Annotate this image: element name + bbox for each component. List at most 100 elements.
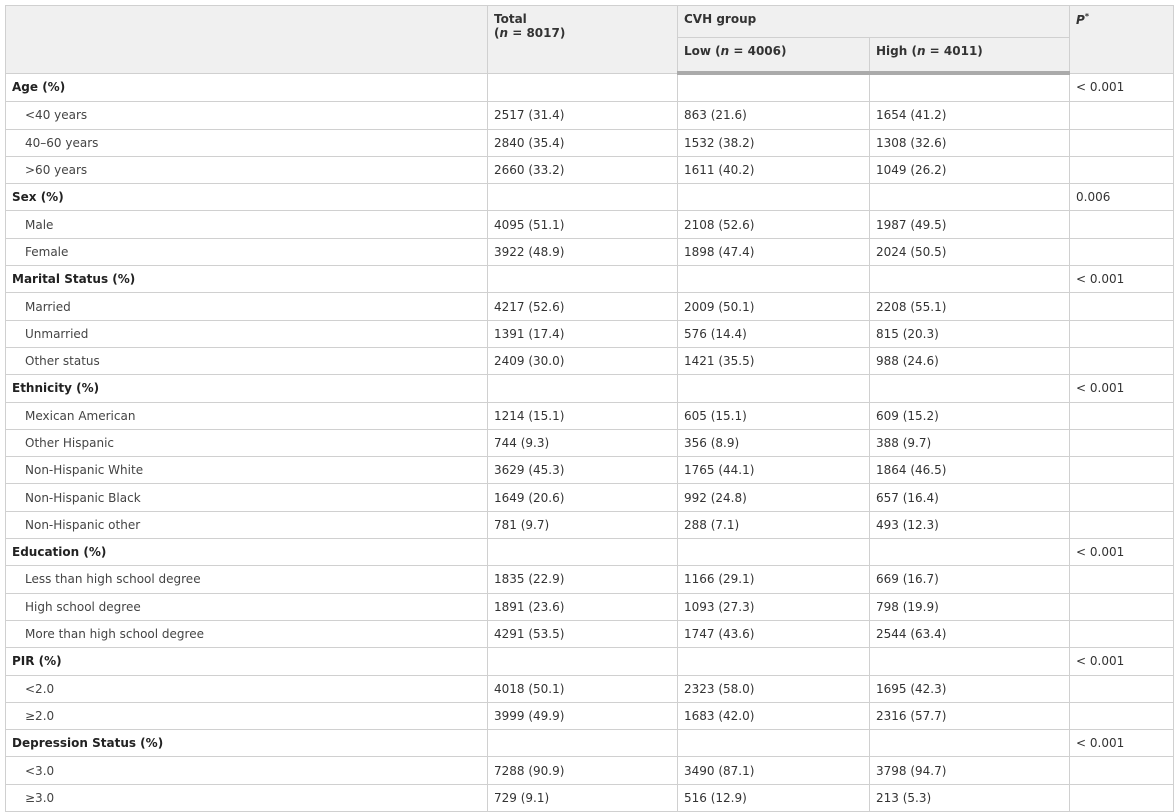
cell-label: Non-Hispanic other (5, 510, 488, 540)
table-header: Total (n = 8017) CVH group P* Low (n = 4… (5, 5, 1175, 75)
cell-high: 1864 (46.5) (868, 456, 1071, 485)
cell-label: Less than high school degree (5, 565, 488, 594)
cell-label: Marital Status (%) (5, 265, 488, 294)
cell-total: 3999 (49.9) (487, 701, 678, 731)
cell-total: 781 (9.7) (487, 510, 678, 540)
cell-low: 1747 (43.6) (677, 619, 870, 649)
cell-low (677, 538, 870, 567)
cell-high (868, 183, 1071, 212)
cell-low: 1166 (29.1) (677, 565, 870, 594)
table-row: <40 years 2517 (31.4) 863 (21.6) 1654 (41.2… (5, 101, 1175, 130)
cell-low: 2108 (52.6) (677, 210, 870, 239)
cell-low: 1421 (35.5) (677, 346, 870, 376)
cell-total: 4095 (51.1) (487, 210, 678, 239)
cell-total (487, 265, 678, 294)
table-group-row: Education (%) < 0.001 (5, 538, 1175, 567)
table-group-row: Age (%) < 0.001 (5, 72, 1175, 103)
table-row: Male 4095 (51.1) 2108 (52.6) 1987 (49.5) (5, 210, 1175, 239)
cell-p (1069, 319, 1175, 348)
cell-low (677, 647, 870, 676)
cell-high (868, 647, 1071, 676)
table-row: More than high school degree 4291 (53.5) 1… (5, 619, 1175, 649)
cell-p (1069, 565, 1175, 594)
table-row: Non-Hispanic Black 1649 (20.6) 992 (24.8) 6… (5, 483, 1175, 512)
cell-low: 1093 (27.3) (677, 592, 870, 621)
cell-high (868, 374, 1071, 403)
header-label-cell (5, 5, 488, 74)
cell-label: <2.0 (5, 674, 488, 703)
cell-total (487, 647, 678, 676)
cell-p (1069, 155, 1175, 185)
cell-label: Other status (5, 346, 488, 376)
table-row: Non-Hispanic other 781 (9.7) 288 (7.1) 493 … (5, 510, 1175, 540)
cell-p (1069, 128, 1175, 157)
cell-label: Depression Status (%) (5, 729, 488, 758)
cell-high: 1654 (41.2) (868, 101, 1071, 130)
cell-total: 744 (9.3) (487, 428, 678, 458)
table-row: <2.0 4018 (50.1) 2323 (58.0) 1695 (42.3) (5, 674, 1175, 703)
table-row: Less than high school degree 1835 (22.9) 1… (5, 565, 1175, 594)
cell-high: 609 (15.2) (868, 401, 1071, 430)
table-body: Age (%) < 0.001 <40 years 2517 (31.4) 863 (2… (5, 72, 1175, 812)
cell-p (1069, 701, 1175, 731)
cell-high: 1308 (32.6) (868, 128, 1071, 157)
cell-p: < 0.001 (1069, 374, 1175, 403)
cell-high (868, 538, 1071, 567)
cell-low (677, 265, 870, 294)
cell-label: Education (%) (5, 538, 488, 567)
table-row: Mexican American 1214 (15.1) 605 (15.1) 609… (5, 401, 1175, 430)
cell-total: 729 (9.1) (487, 783, 678, 812)
cell-label: Mexican American (5, 401, 488, 430)
cell-total: 1835 (22.9) (487, 565, 678, 594)
cell-p: < 0.001 (1069, 729, 1175, 758)
cell-total: 2660 (33.2) (487, 155, 678, 185)
cell-p (1069, 592, 1175, 621)
table-row: Other status 2409 (30.0) 1421 (35.5) 988 (2… (5, 346, 1175, 376)
cell-label: Married (5, 292, 488, 321)
cell-p (1069, 292, 1175, 321)
cell-p (1069, 101, 1175, 130)
cell-low: 1765 (44.1) (677, 456, 870, 485)
cell-high: 2024 (50.5) (868, 237, 1071, 267)
cell-low: 605 (15.1) (677, 401, 870, 430)
header-cvh-group: CVH group (676, 5, 1071, 38)
cell-low: 1898 (47.4) (677, 237, 870, 267)
table-row: Other Hispanic 744 (9.3) 356 (8.9) 388 (9.7… (5, 428, 1175, 458)
cell-total: 1649 (20.6) (487, 483, 678, 512)
baseline-characteristics-table: Total (n = 8017) CVH group P* Low (n = 4… (5, 5, 1175, 812)
cell-high: 798 (19.9) (868, 592, 1071, 621)
cell-low (677, 72, 870, 103)
cell-p (1069, 674, 1175, 703)
cell-label: Ethnicity (%) (5, 374, 488, 403)
cell-high: 669 (16.7) (868, 565, 1071, 594)
cell-p (1069, 237, 1175, 267)
header-total-label: Total (494, 12, 527, 26)
cell-total: 4217 (52.6) (487, 292, 678, 321)
table-group-row: Marital Status (%) < 0.001 (5, 265, 1175, 294)
cell-high: 657 (16.4) (868, 483, 1071, 512)
table-container: Total (n = 8017) CVH group P* Low (n = 4… (0, 0, 1176, 812)
cell-p (1069, 756, 1175, 785)
cell-label: <3.0 (5, 756, 488, 785)
header-row-1: Total (n = 8017) CVH group P* (5, 5, 1175, 74)
cell-low: 288 (7.1) (677, 510, 870, 540)
cell-total: 3629 (45.3) (487, 456, 678, 485)
cell-low: 992 (24.8) (677, 483, 870, 512)
cell-label: Age (%) (5, 72, 488, 103)
cell-label: High school degree (5, 592, 488, 621)
cell-total: 2409 (30.0) (487, 346, 678, 376)
cell-label: Sex (%) (5, 183, 488, 212)
cell-high: 1987 (49.5) (868, 210, 1071, 239)
cell-label: PIR (%) (5, 647, 488, 676)
cell-p: < 0.001 (1069, 72, 1175, 103)
cell-total (487, 729, 678, 758)
table-group-row: PIR (%) < 0.001 (5, 647, 1175, 676)
cell-label: Non-Hispanic Black (5, 483, 488, 512)
cell-p: < 0.001 (1069, 538, 1175, 567)
cell-high: 1695 (42.3) (868, 674, 1071, 703)
cell-low: 1683 (42.0) (677, 701, 870, 731)
header-total-n: (n = 8017) (494, 26, 566, 40)
cell-label: 40–60 years (5, 128, 488, 157)
cell-total (487, 183, 678, 212)
table-group-row: Sex (%) 0.006 (5, 183, 1175, 212)
